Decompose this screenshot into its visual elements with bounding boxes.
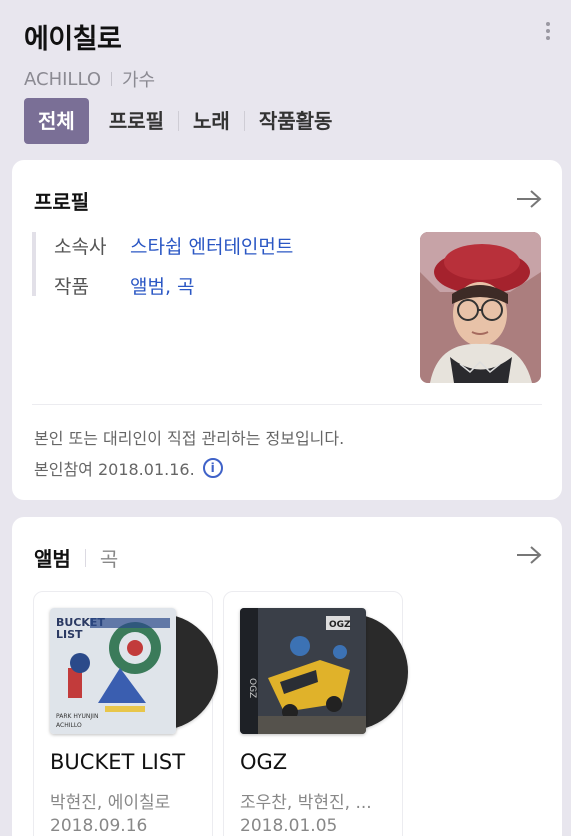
- arrow-right-icon[interactable]: [515, 189, 543, 209]
- tab-songs[interactable]: 노래: [179, 98, 244, 144]
- info-icon[interactable]: i: [202, 458, 223, 478]
- agency-label: 소속사: [54, 236, 107, 258]
- works-link[interactable]: 앨범, 곡: [130, 272, 195, 299]
- works-label: 작품: [54, 276, 89, 298]
- album-song-tabs: 앨범 곡: [34, 543, 118, 572]
- album-title: BUCKET LIST: [50, 750, 186, 774]
- participation-text: 본인참여 2018.01.16.: [34, 460, 195, 479]
- album-date: 2018.09.16: [50, 816, 148, 836]
- album-card-ogz[interactable]: OGZ OGZ OGZ 조우찬, 박현진, ... 2018.01.05: [223, 591, 408, 836]
- tab-works[interactable]: 작품활동: [245, 98, 347, 144]
- album-title: OGZ: [240, 750, 288, 774]
- tab-album[interactable]: 앨범: [34, 543, 71, 572]
- divider: [32, 404, 542, 405]
- tab-divider: [84, 548, 86, 567]
- tab-song[interactable]: 곡: [100, 543, 118, 572]
- album-date: 2018.01.05: [240, 816, 338, 836]
- albums-card: 앨범 곡 BUCKET LIST PARK HYUNJIN ACHILLO BU…: [12, 517, 562, 836]
- album-cover: OGZ OGZ: [240, 608, 366, 734]
- category-tabs: 전체 프로필 노래 작품활동: [24, 98, 346, 144]
- divider: [111, 72, 112, 86]
- album-cover: BUCKET LIST PARK HYUNJIN ACHILLO: [50, 608, 176, 734]
- page-title: 에이칠로: [24, 24, 122, 55]
- album-card-bucket-list[interactable]: BUCKET LIST PARK HYUNJIN ACHILLO BUCKET …: [33, 591, 218, 836]
- more-options-icon[interactable]: [541, 22, 555, 46]
- header: 에이칠로 ACHILLO 가수 전체 프로필 노래 작품활동: [0, 0, 571, 160]
- album-cover-wrap: OGZ OGZ: [240, 608, 408, 736]
- profile-title[interactable]: 프로필: [34, 186, 89, 215]
- svg-text:LIST: LIST: [56, 628, 83, 641]
- info-bar: [32, 232, 37, 296]
- role-label: 가수: [122, 70, 156, 91]
- svg-text:OGZ: OGZ: [247, 678, 257, 698]
- svg-text:OGZ: OGZ: [329, 620, 351, 630]
- participation-row: 본인참여 2018.01.16. i: [34, 456, 223, 480]
- artist-photo[interactable]: [420, 232, 541, 383]
- works-row: 작품 앨범, 곡: [54, 272, 195, 299]
- svg-text:PARK HYUNJIN: PARK HYUNJIN: [56, 713, 98, 720]
- album-artists: 박현진, 에이칠로: [50, 793, 171, 813]
- svg-text:ACHILLO: ACHILLO: [56, 722, 82, 729]
- tab-profile[interactable]: 프로필: [95, 98, 178, 144]
- arrow-right-icon[interactable]: [515, 545, 543, 565]
- artist-subtitle: ACHILLO 가수: [24, 66, 155, 92]
- album-cover-wrap: BUCKET LIST PARK HYUNJIN ACHILLO: [50, 608, 218, 736]
- profile-card: 프로필 소속사 스타쉽 엔터테인먼트 작품 앨범, 곡 본인 또는 대리인이 직…: [12, 160, 562, 500]
- agency-link[interactable]: 스타쉽 엔터테인먼트: [130, 232, 293, 259]
- album-artists: 조우찬, 박현진, ...: [240, 793, 372, 813]
- agency-row: 소속사 스타쉽 엔터테인먼트: [54, 232, 293, 259]
- english-name: ACHILLO: [24, 68, 101, 90]
- tab-all[interactable]: 전체: [24, 98, 89, 144]
- managed-note: 본인 또는 대리인이 직접 관리하는 정보입니다.: [34, 429, 345, 448]
